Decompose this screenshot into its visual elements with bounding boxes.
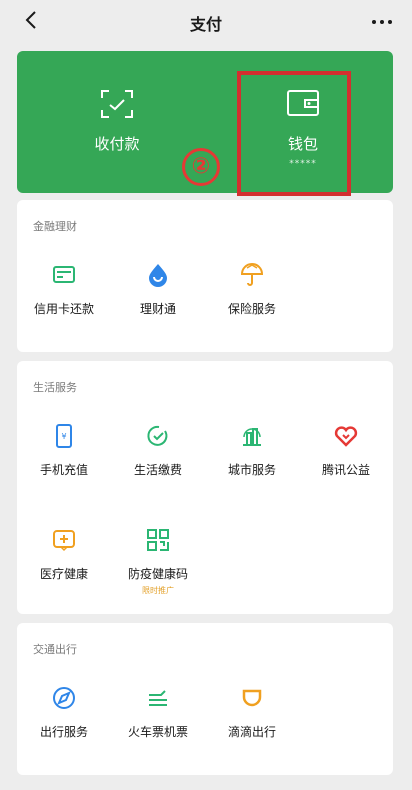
tile-label: 出行服务 xyxy=(39,725,88,739)
finance-section-title: 金融理财 xyxy=(33,220,77,233)
travel-service-button[interactable]: 出行服务 xyxy=(17,681,111,761)
wealth-drop-icon xyxy=(149,264,167,287)
train-flight-ticket-button[interactable]: 火车票机票 xyxy=(111,681,205,761)
navigation-bar: 支付 xyxy=(0,0,412,44)
insurance-umbrella-icon xyxy=(240,263,264,286)
receive-payment-button[interactable]: 收付款 xyxy=(27,51,207,193)
didi-icon xyxy=(242,689,262,707)
transport-section: 交通出行 出行服务 火车票机票 滴滴出行 xyxy=(17,623,393,775)
medical-health-button[interactable]: 医疗健康 xyxy=(17,523,111,603)
health-code-qr-icon xyxy=(147,529,169,551)
didi-button[interactable]: 滴滴出行 xyxy=(205,681,299,761)
finance-section: 金融理财 信用卡还款 理财通 保险服务 xyxy=(17,200,393,352)
utility-bill-icon xyxy=(147,425,168,446)
health-code-button[interactable]: 防疫健康码 限时推广 xyxy=(111,523,205,603)
tile-label: 腾讯公益 xyxy=(321,463,370,477)
credit-card-repay-button[interactable]: 信用卡还款 xyxy=(17,258,111,338)
tencent-charity-button[interactable]: 腾讯公益 xyxy=(299,419,393,499)
phone-topup-icon: ¥ xyxy=(56,424,72,448)
phone-topup-button[interactable]: ¥ 手机充值 xyxy=(17,419,111,499)
more-dots-icon[interactable] xyxy=(370,12,394,32)
life-section-title: 生活服务 xyxy=(33,381,77,394)
travel-compass-icon xyxy=(53,687,75,709)
insurance-button[interactable]: 保险服务 xyxy=(205,258,299,338)
tile-label: 理财通 xyxy=(139,302,176,316)
tile-label: 防疫健康码 xyxy=(127,567,188,581)
wallet-highlight-box xyxy=(237,71,351,196)
utility-bill-button[interactable]: 生活缴费 xyxy=(111,419,205,499)
tile-label: 保险服务 xyxy=(227,302,276,316)
charity-heart-icon xyxy=(334,426,358,447)
wealth-button[interactable]: 理财通 xyxy=(111,258,205,338)
tile-label: 生活缴费 xyxy=(133,463,182,477)
tile-label: 滴滴出行 xyxy=(227,725,276,739)
promo-tag: 限时推广 xyxy=(142,586,174,595)
tile-label: 医疗健康 xyxy=(39,567,88,581)
medical-health-icon xyxy=(53,530,75,552)
tile-label: 手机充值 xyxy=(39,463,88,477)
city-service-button[interactable]: 城市服务 xyxy=(205,419,299,499)
credit-card-icon xyxy=(53,266,75,283)
page-title: 支付 xyxy=(189,15,222,34)
receive-payment-label: 收付款 xyxy=(94,135,140,153)
train-ticket-icon xyxy=(149,690,167,706)
svg-text:¥: ¥ xyxy=(61,432,66,441)
tile-label: 火车票机票 xyxy=(127,725,188,739)
life-services-section: 生活服务 ¥ 手机充值 生活缴费 城市服务 腾讯公益 医疗健康 防疫健康码 限时… xyxy=(17,361,393,614)
tile-label: 信用卡还款 xyxy=(33,302,94,316)
scan-receive-icon xyxy=(101,90,133,118)
city-service-icon xyxy=(243,428,261,446)
transport-section-title: 交通出行 xyxy=(33,643,77,656)
tile-label: 城市服务 xyxy=(227,463,276,477)
